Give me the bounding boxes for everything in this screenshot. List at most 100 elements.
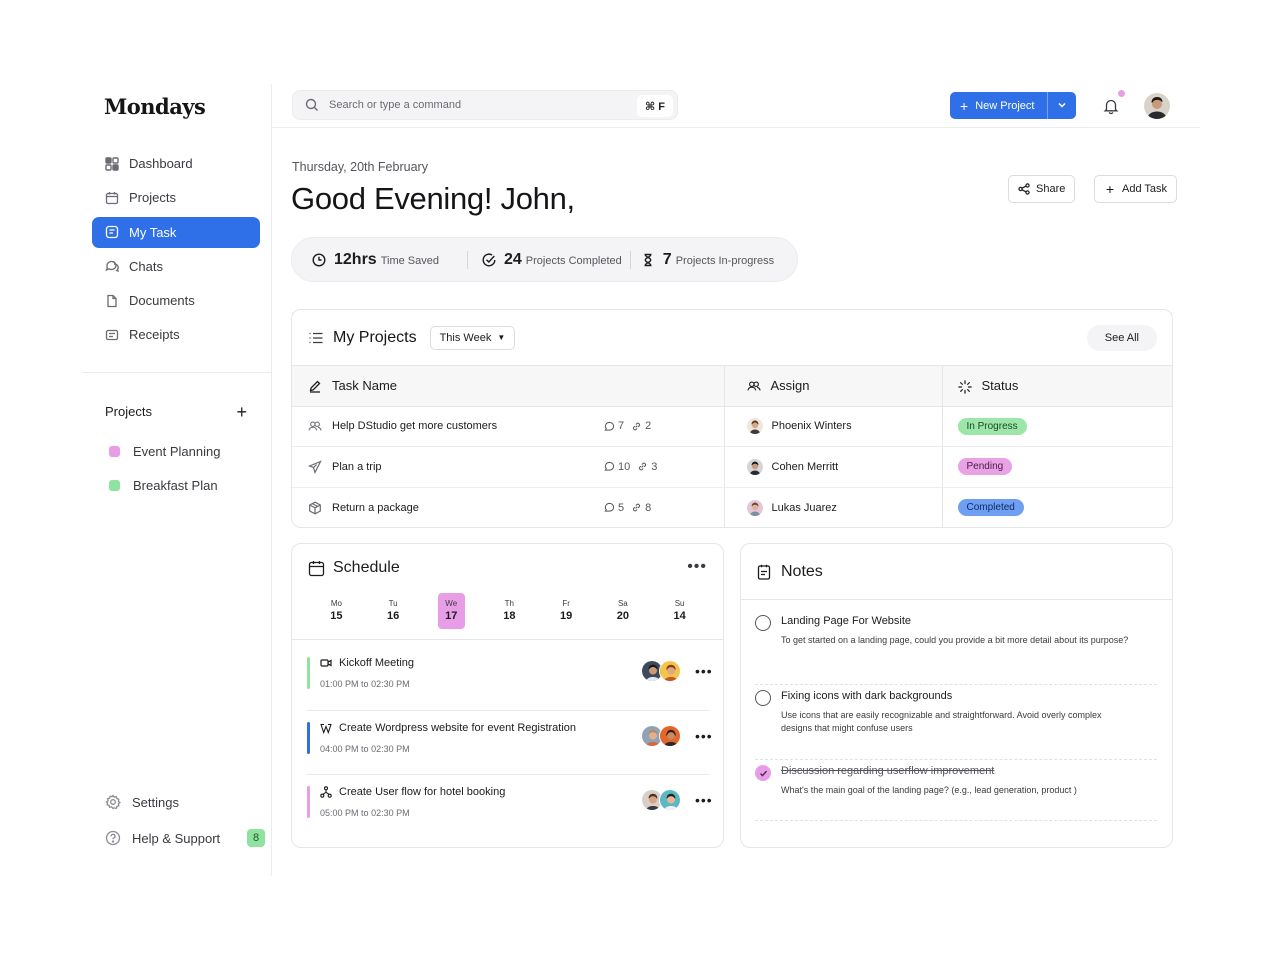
- day-number: 18: [503, 610, 516, 622]
- share-button[interactable]: Share: [1008, 175, 1076, 203]
- search-shortcut: ⌘ F: [637, 95, 673, 117]
- day-tu[interactable]: Tu 16: [365, 593, 422, 629]
- event-end-time: 02:30 PM: [371, 808, 410, 818]
- link-icon: [633, 503, 641, 512]
- avatar[interactable]: [659, 660, 681, 682]
- assignee-cell: Phoenix Winters: [724, 406, 943, 447]
- sidebar-divider: [82, 372, 272, 373]
- table-row[interactable]: Return a package 5 8 Lukas Juarez Comple…: [292, 487, 1172, 527]
- assignee-avatar[interactable]: [746, 418, 763, 435]
- list-item[interactable]: Create User flow for hotel booking 05:00…: [307, 775, 713, 840]
- day-fr[interactable]: Fr 19: [538, 593, 595, 629]
- task-cell: Plan a trip 10 3: [292, 446, 725, 488]
- note-title[interactable]: Landing Page For Website: [781, 615, 911, 627]
- day-name: Th: [504, 599, 515, 608]
- list-icon: [308, 330, 324, 346]
- project-color-swatch: [109, 479, 120, 491]
- event-color-bar: [307, 721, 310, 754]
- status-badge[interactable]: Pending: [957, 458, 1013, 476]
- more-options-icon[interactable]: •••: [695, 663, 713, 679]
- day-name: Sa: [617, 599, 628, 608]
- avatar[interactable]: [659, 789, 681, 811]
- sidebar-item-settings[interactable]: Settings: [105, 784, 265, 820]
- user-avatar[interactable]: [1144, 93, 1170, 119]
- comment-icon: [604, 462, 615, 471]
- task-name[interactable]: Return a package: [332, 502, 419, 514]
- sidebar-project-breakfast-plan[interactable]: Breakfast Plan: [109, 468, 220, 502]
- assignee-avatar[interactable]: [746, 458, 763, 475]
- schedule-title: Schedule: [333, 559, 400, 576]
- note-title[interactable]: Fixing icons with dark backgrounds: [781, 690, 952, 702]
- day-name: Mo: [330, 599, 342, 608]
- comment-count-value: 5: [618, 501, 625, 514]
- app-logo[interactable]: Mondays: [104, 94, 206, 119]
- sidebar-item-chats[interactable]: Chats: [92, 251, 260, 282]
- page-title: Good Evening! John,: [291, 181, 575, 216]
- column-header-task[interactable]: Task Name: [292, 366, 725, 407]
- see-all-button[interactable]: See All: [1086, 325, 1157, 351]
- note-checkbox[interactable]: [755, 765, 771, 781]
- projects-table: Task Name Assign Status Help DStudio get…: [292, 366, 1172, 527]
- comment-count[interactable]: 5: [604, 502, 624, 514]
- assignee-avatar[interactable]: [746, 499, 763, 516]
- day-we[interactable]: We 17: [437, 593, 465, 629]
- comment-count[interactable]: 7: [604, 420, 624, 432]
- sidebar-project-event-planning[interactable]: Event Planning: [109, 434, 220, 468]
- bell-icon[interactable]: [1102, 97, 1120, 115]
- more-options-icon[interactable]: •••: [687, 558, 707, 576]
- sidebar-project-list: Event Planning Breakfast Plan: [109, 434, 220, 502]
- sidebar-item-receipts[interactable]: Receipts: [92, 319, 260, 350]
- column-header-assign[interactable]: Assign: [724, 366, 943, 407]
- my-projects-title: My Projects: [333, 328, 417, 346]
- day-number: 14: [673, 610, 686, 622]
- current-date: Thursday, 20th February: [292, 160, 428, 174]
- new-project-button[interactable]: + New Project: [950, 92, 1047, 119]
- note-checkbox[interactable]: [755, 690, 771, 706]
- sidebar-item-dashboard[interactable]: Dashboard: [92, 148, 260, 179]
- avatar[interactable]: [659, 724, 681, 747]
- event-end-time: 02:30 PM: [371, 743, 410, 754]
- more-options-icon[interactable]: •••: [695, 792, 713, 808]
- link-count[interactable]: 8: [631, 502, 651, 514]
- status-badge[interactable]: Completed: [957, 499, 1024, 516]
- day-mo[interactable]: Mo 15: [308, 593, 365, 629]
- range-select[interactable]: This Week ▼: [429, 325, 516, 350]
- column-header-status[interactable]: Status: [942, 366, 1172, 407]
- task-name[interactable]: Plan a trip: [332, 461, 382, 473]
- table-row[interactable]: Plan a trip 10 3 Cohen Merritt Pending: [292, 446, 1172, 488]
- share-icon: [1018, 183, 1030, 195]
- gear-icon: [105, 794, 121, 810]
- notes-header: Notes: [741, 544, 1172, 600]
- assignee-name: Cohen Merritt: [771, 460, 839, 473]
- sidebar-item-my-task[interactable]: My Task: [92, 216, 260, 248]
- sidebar-item-help[interactable]: Help & Support 8: [105, 820, 265, 856]
- comment-count[interactable]: 10: [604, 461, 630, 473]
- note-title[interactable]: Discussion regarding userflow improvemen…: [781, 765, 994, 777]
- status-badge[interactable]: In Progress: [957, 417, 1027, 435]
- link-count[interactable]: 3: [637, 461, 657, 473]
- stat-label: Projects In-progress: [675, 254, 775, 267]
- sidebar: Mondays Dashboard Projects My Task Chats: [82, 84, 272, 876]
- list-item: Landing Page For Website To get started …: [755, 610, 1157, 685]
- list-item[interactable]: Kickoff Meeting 01:00 PM to 02:30 PM •••: [307, 646, 713, 711]
- sidebar-item-projects[interactable]: Projects: [92, 182, 260, 213]
- task-name[interactable]: Help DStudio get more customers: [332, 420, 497, 432]
- search-input[interactable]: [329, 99, 619, 111]
- link-count-value: 3: [651, 460, 658, 473]
- link-count[interactable]: 2: [631, 420, 651, 432]
- share-label: Share: [1036, 183, 1066, 195]
- day-th[interactable]: Th 18: [481, 593, 538, 629]
- list-item[interactable]: Create Wordpress website for event Regis…: [307, 711, 713, 775]
- users-icon: [308, 419, 322, 433]
- new-project-split-button: + New Project: [950, 92, 1076, 119]
- add-task-button[interactable]: + Add Task: [1094, 175, 1178, 203]
- more-options-icon[interactable]: •••: [695, 728, 713, 744]
- day-sa[interactable]: Sa 20: [594, 593, 651, 629]
- day-su[interactable]: Su 14: [651, 593, 708, 629]
- add-project-icon[interactable]: +: [236, 403, 247, 421]
- table-row[interactable]: Help DStudio get more customers 7 2 Phoe…: [292, 406, 1172, 447]
- note-checkbox[interactable]: [755, 615, 771, 631]
- new-project-dropdown-button[interactable]: [1047, 92, 1076, 119]
- time-separator: to: [361, 743, 369, 754]
- sidebar-item-documents[interactable]: Documents: [92, 285, 260, 316]
